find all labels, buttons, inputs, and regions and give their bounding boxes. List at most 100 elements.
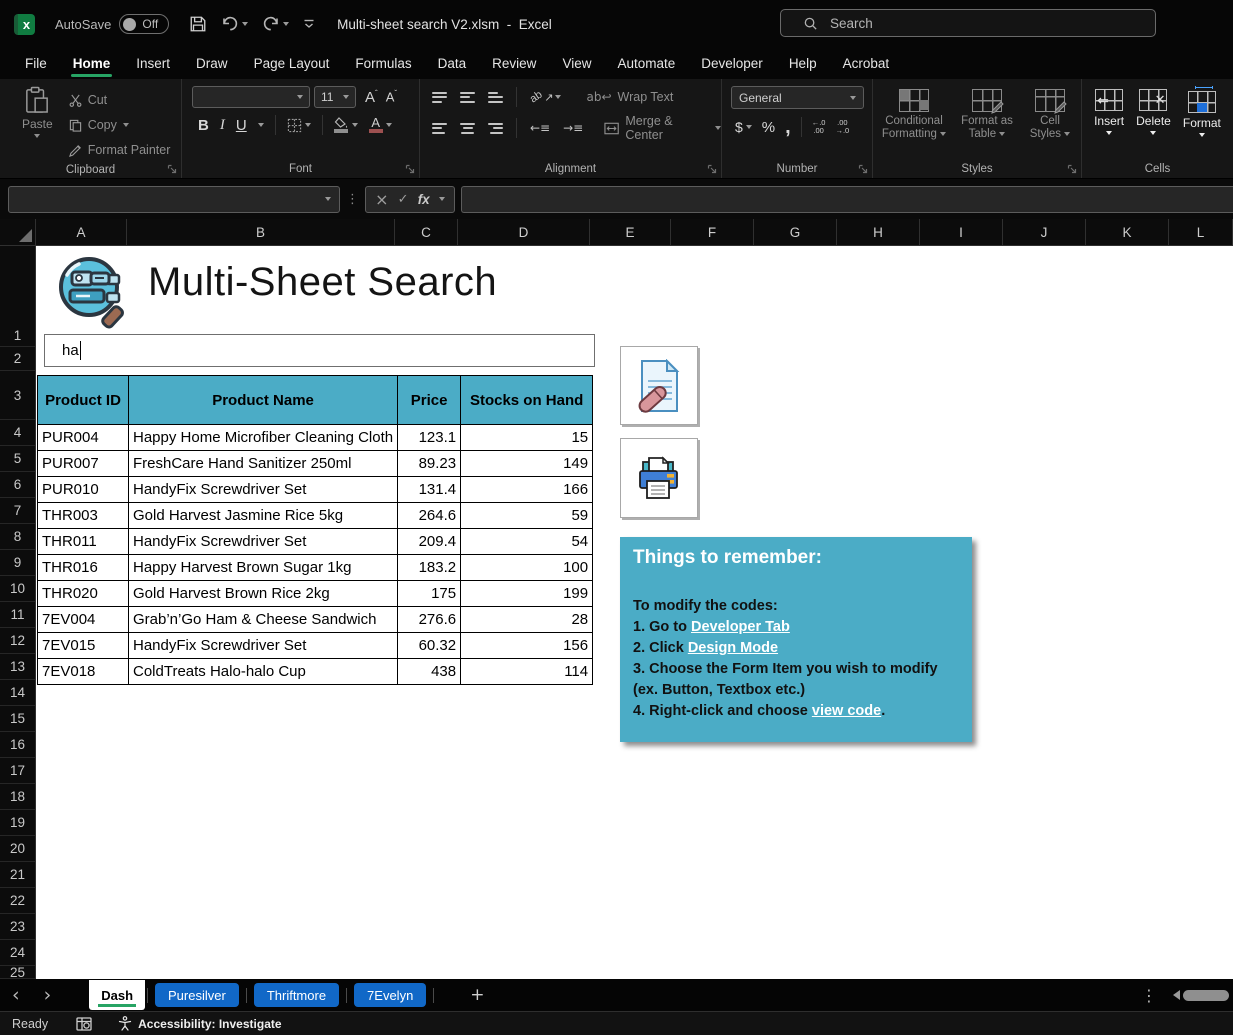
- row-header-3[interactable]: 3: [0, 371, 35, 420]
- cell[interactable]: THR003: [38, 503, 129, 529]
- cell[interactable]: Gold Harvest Jasmine Rice 5kg: [129, 503, 398, 529]
- menu-tab-automate[interactable]: Automate: [604, 48, 688, 79]
- italic-button[interactable]: I: [220, 117, 225, 134]
- copy-button[interactable]: Copy: [69, 114, 171, 136]
- font-dialog-launcher-icon[interactable]: [405, 164, 415, 174]
- increase-decimal-button[interactable]: ←.0 .00: [812, 119, 826, 136]
- row-header-4[interactable]: 4: [0, 420, 35, 446]
- wrap-text-button[interactable]: ab↩ Wrap Text: [586, 86, 673, 108]
- insert-function-icon[interactable]: fx: [418, 192, 430, 207]
- cell[interactable]: 123.1: [398, 425, 461, 451]
- sheet-tab-dash[interactable]: Dash: [89, 980, 145, 1010]
- paste-dropdown-icon[interactable]: [34, 134, 40, 138]
- horizontal-scrollbar[interactable]: [1173, 990, 1229, 1001]
- cell[interactable]: 183.2: [398, 555, 461, 581]
- column-header-J[interactable]: J: [1003, 219, 1086, 246]
- borders-button[interactable]: [287, 118, 311, 133]
- menu-tab-data[interactable]: Data: [425, 48, 480, 79]
- cell[interactable]: PUR004: [38, 425, 129, 451]
- menu-tab-page-layout[interactable]: Page Layout: [241, 48, 343, 79]
- cell[interactable]: HandyFix Screwdriver Set: [129, 529, 398, 555]
- cell[interactable]: 175: [398, 581, 461, 607]
- cell[interactable]: 114: [461, 659, 593, 685]
- clipboard-dialog-launcher-icon[interactable]: [167, 164, 177, 174]
- note-link-view-code[interactable]: view code: [812, 703, 881, 719]
- fx-dropdown-icon[interactable]: [439, 197, 445, 201]
- sheet-tab-7evelyn[interactable]: 7Evelyn: [354, 983, 426, 1007]
- row-header-10[interactable]: 10: [0, 576, 35, 602]
- cell[interactable]: 15: [461, 425, 593, 451]
- table-column-header[interactable]: Stocks on Hand: [461, 376, 593, 425]
- menu-tab-review[interactable]: Review: [479, 48, 549, 79]
- format-as-table-button[interactable]: Format as Table: [955, 89, 1019, 159]
- column-header-G[interactable]: G: [754, 219, 837, 246]
- row-header-15[interactable]: 15: [0, 706, 35, 732]
- row-header-14[interactable]: 14: [0, 680, 35, 706]
- cell[interactable]: Grab’n’Go Ham & Cheese Sandwich: [129, 607, 398, 633]
- enter-formula-icon[interactable]: ✓: [398, 192, 409, 207]
- undo-button[interactable]: [221, 16, 248, 32]
- merge-center-button[interactable]: Merge & Center: [604, 117, 721, 139]
- merge-dropdown-icon[interactable]: [715, 126, 721, 130]
- top-align-button[interactable]: [432, 92, 447, 103]
- bold-button[interactable]: B: [198, 117, 209, 134]
- cell[interactable]: 54: [461, 529, 593, 555]
- cell[interactable]: Happy Harvest Brown Sugar 1kg: [129, 555, 398, 581]
- note-link-design-mode[interactable]: Design Mode: [688, 640, 778, 656]
- row-header-21[interactable]: 21: [0, 862, 35, 888]
- align-left-button[interactable]: [432, 123, 447, 134]
- row-header-6[interactable]: 6: [0, 472, 35, 498]
- row-header-5[interactable]: 5: [0, 446, 35, 472]
- format-painter-button[interactable]: Format Painter: [69, 139, 171, 161]
- font-name-select[interactable]: [192, 86, 310, 108]
- row-header-8[interactable]: 8: [0, 524, 35, 550]
- scroll-left-icon[interactable]: [1173, 990, 1180, 1000]
- print-button[interactable]: [620, 438, 698, 518]
- row-header-19[interactable]: 19: [0, 810, 35, 836]
- row-header-9[interactable]: 9: [0, 550, 35, 576]
- prev-sheet-button[interactable]: ‹: [0, 986, 32, 1005]
- row-header-22[interactable]: 22: [0, 888, 35, 914]
- cell[interactable]: 100: [461, 555, 593, 581]
- paste-button[interactable]: Paste: [22, 86, 53, 161]
- accessibility-status[interactable]: Accessibility: Investigate: [138, 1017, 281, 1031]
- redo-dropdown-icon[interactable]: [283, 22, 289, 26]
- align-center-button[interactable]: [460, 123, 475, 134]
- align-right-button[interactable]: [488, 123, 503, 134]
- increase-indent-button[interactable]: →≡: [563, 121, 583, 135]
- column-header-A[interactable]: A: [36, 219, 127, 246]
- number-dialog-launcher-icon[interactable]: [858, 164, 868, 174]
- menu-tab-home[interactable]: Home: [60, 48, 124, 79]
- column-header-F[interactable]: F: [671, 219, 754, 246]
- cell[interactable]: 264.6: [398, 503, 461, 529]
- cell[interactable]: Gold Harvest Brown Rice 2kg: [129, 581, 398, 607]
- column-header-H[interactable]: H: [837, 219, 920, 246]
- row-header-20[interactable]: 20: [0, 836, 35, 862]
- sheet-canvas[interactable]: 1234567891011121314151617181920212223242…: [0, 246, 1233, 979]
- format-cells-button[interactable]: Format: [1183, 89, 1221, 159]
- grow-font-button[interactable]: Aˆ: [365, 89, 378, 106]
- delete-cells-button[interactable]: ✕ Delete: [1136, 89, 1171, 159]
- cell[interactable]: THR020: [38, 581, 129, 607]
- menu-tab-file[interactable]: File: [12, 48, 60, 79]
- cell[interactable]: 28: [461, 607, 593, 633]
- row-header-13[interactable]: 13: [0, 654, 35, 680]
- cell[interactable]: 60.32: [398, 633, 461, 659]
- cell[interactable]: Happy Home Microfiber Cleaning Cloth: [129, 425, 398, 451]
- styles-dialog-launcher-icon[interactable]: [1067, 164, 1077, 174]
- table-column-header[interactable]: Product Name: [129, 376, 398, 425]
- cell[interactable]: 276.6: [398, 607, 461, 633]
- cancel-formula-icon[interactable]: ×: [375, 190, 388, 209]
- cell-styles-button[interactable]: Cell Styles: [1024, 89, 1076, 159]
- cell[interactable]: HandyFix Screwdriver Set: [129, 477, 398, 503]
- decrease-indent-button[interactable]: ←≡: [530, 121, 550, 135]
- cell[interactable]: 7EV015: [38, 633, 129, 659]
- sheet-tab-thriftmore[interactable]: Thriftmore: [254, 983, 339, 1007]
- macro-record-icon[interactable]: [76, 1017, 92, 1031]
- formula-bar-resize-handle[interactable]: ⋮: [346, 192, 359, 207]
- menu-tab-draw[interactable]: Draw: [183, 48, 241, 79]
- alignment-dialog-launcher-icon[interactable]: [707, 164, 717, 174]
- row-header-18[interactable]: 18: [0, 784, 35, 810]
- column-header-D[interactable]: D: [458, 219, 590, 246]
- column-header-K[interactable]: K: [1086, 219, 1169, 246]
